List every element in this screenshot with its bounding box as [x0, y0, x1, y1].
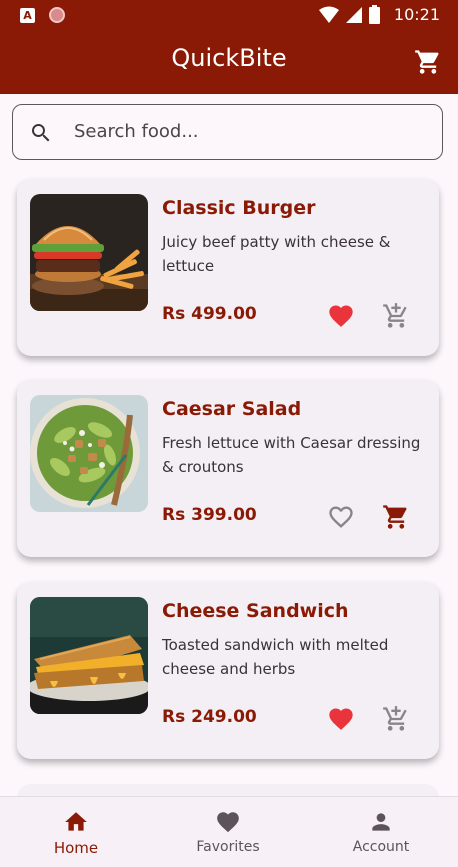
status-time: 10:21 — [393, 5, 440, 24]
record-icon — [49, 7, 65, 23]
food-image-salad — [30, 395, 148, 512]
food-description: Fresh lettuce with Caesar dressing & cro… — [162, 434, 421, 476]
nav-home-label: Home — [53, 839, 99, 857]
search-icon — [32, 124, 50, 142]
home-icon — [65, 812, 87, 831]
food-name: Cheese Sandwich — [162, 600, 349, 622]
favorite-outline-heart-icon[interactable] — [327, 503, 355, 531]
nav-favorites-label: Favorites — [196, 839, 260, 855]
food-name: Caesar Salad — [162, 398, 302, 420]
heart-icon — [217, 812, 239, 833]
food-image-sandwich — [30, 597, 148, 714]
in-cart-icon[interactable] — [382, 503, 410, 531]
food-card-cheese-sandwich[interactable]: Cheese Sandwich Toasted sandwich with me… — [17, 582, 439, 759]
food-description: Toasted sandwich with melted cheese and … — [162, 636, 389, 678]
food-price: Rs 249.00 — [162, 707, 257, 727]
nav-account-label: Account — [352, 839, 410, 855]
food-card-caesar-salad[interactable]: Caesar Salad Fresh lettuce with Caesar d… — [17, 380, 439, 557]
signal-icon — [345, 6, 362, 23]
food-name: Classic Burger — [162, 197, 316, 219]
nav-account[interactable]: Account — [305, 797, 457, 867]
add-to-cart-icon[interactable] — [382, 705, 410, 733]
app-bar: A 10:21 QuickBite — [0, 0, 458, 94]
nav-favorites[interactable]: Favorites — [152, 797, 304, 867]
wifi-icon — [318, 6, 339, 23]
battery-icon — [368, 5, 380, 24]
food-image-burger — [30, 194, 148, 311]
food-description: Juicy beef patty with cheese & lettuce — [162, 233, 391, 275]
favorite-filled-heart-icon[interactable] — [327, 705, 355, 733]
app-title: QuickBite — [171, 44, 287, 72]
bottom-navigation: Home Favorites Account — [0, 796, 458, 867]
search-input[interactable]: Search food... — [12, 104, 443, 160]
app-notification-icon: A — [20, 7, 35, 23]
person-icon — [372, 813, 390, 831]
food-card-classic-burger[interactable]: Classic Burger Juicy beef patty with che… — [17, 179, 439, 356]
nav-home[interactable]: Home — [0, 797, 152, 867]
add-to-cart-icon[interactable] — [382, 302, 410, 330]
favorite-filled-heart-icon[interactable] — [327, 302, 355, 330]
shopping-cart-icon[interactable] — [414, 48, 442, 76]
food-price: Rs 499.00 — [162, 304, 257, 324]
food-price: Rs 399.00 — [162, 505, 257, 525]
status-bar: A 10:21 — [0, 0, 458, 32]
search-placeholder: Search food... — [74, 121, 199, 142]
